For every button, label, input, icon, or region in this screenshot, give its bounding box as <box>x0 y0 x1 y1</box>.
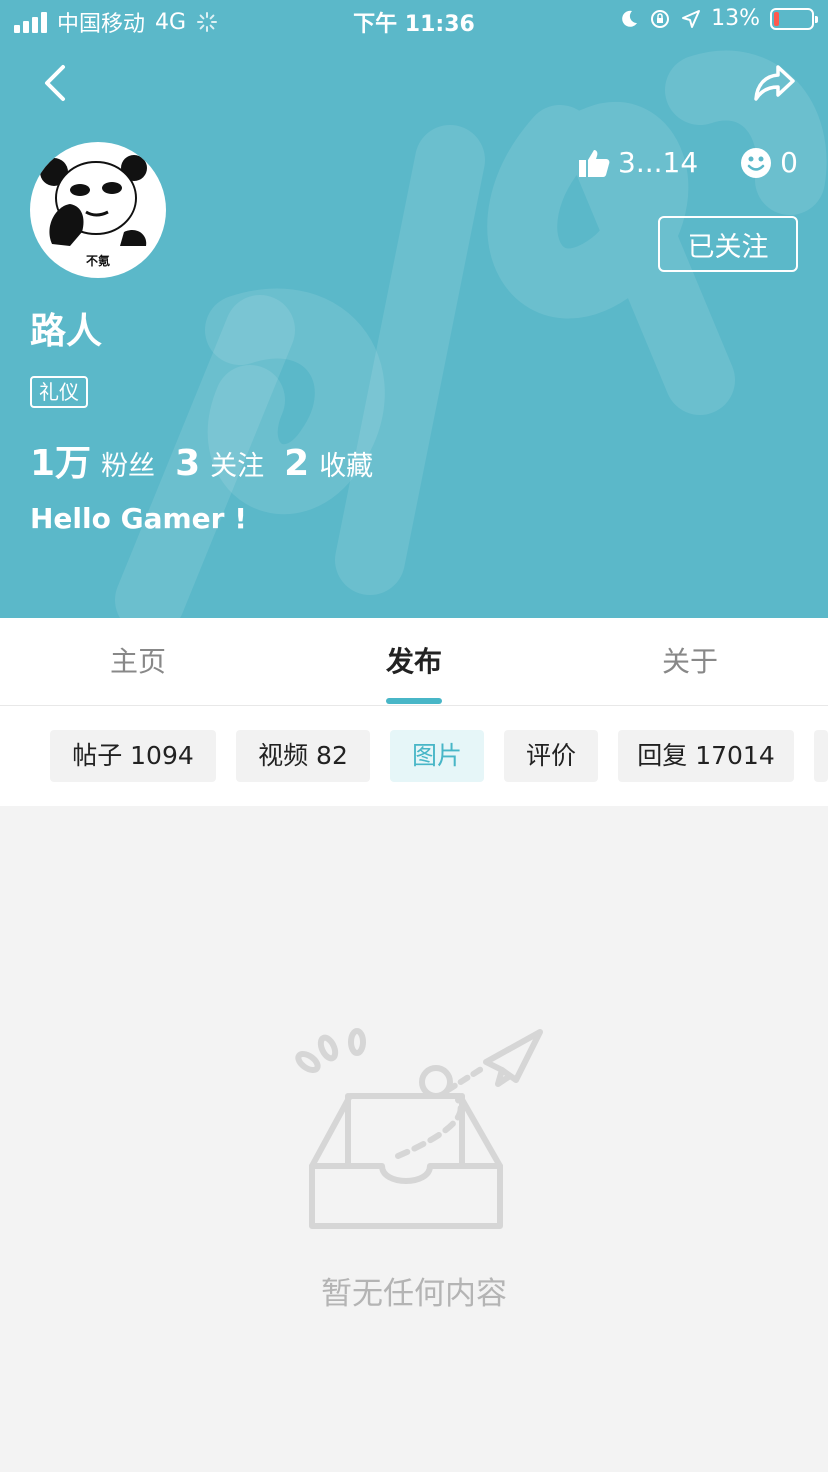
tab-posts[interactable]: 发布 <box>276 618 552 706</box>
moon-icon <box>622 10 638 27</box>
user-tag: 礼仪 <box>30 376 88 408</box>
content-filter-bar: 帖子 1094 视频 82 图片 评价 回复 17014 <box>0 706 828 806</box>
chip-replies[interactable]: 回复 17014 <box>618 730 794 782</box>
share-arrow-icon <box>754 65 795 101</box>
smiles-stat[interactable]: 0 <box>740 146 798 179</box>
avatar-caption: 不氪 <box>85 254 110 268</box>
chip-posts[interactable]: 帖子 1094 <box>50 730 216 782</box>
profile-header: 中国移动 4G 下午 11:36 13% 不氪 3...14 0 已关注 路人 … <box>0 0 828 618</box>
likes-count: 3...14 <box>618 146 699 179</box>
favorites-count: 2 <box>284 443 310 484</box>
profile-tabs: 主页 发布 关于 <box>0 618 828 706</box>
following-label: 关注 <box>210 451 265 482</box>
fans-label: 粉丝 <box>101 451 156 482</box>
user-bio: Hello Gamer ! <box>30 502 247 535</box>
chip-reviews[interactable]: 评价 <box>504 730 598 782</box>
chip-videos[interactable]: 视频 82 <box>236 730 370 782</box>
battery-icon <box>770 7 818 30</box>
empty-state-text: 暂无任何内容 <box>321 1276 507 1312</box>
tab-home[interactable]: 主页 <box>0 618 276 706</box>
favorites-stat[interactable]: 2 收藏 <box>284 443 373 484</box>
smiles-count: 0 <box>780 146 798 179</box>
username: 路人 <box>30 311 103 352</box>
fans-stat[interactable]: 1万 粉丝 <box>30 434 155 486</box>
empty-inbox-paper-plane-icon <box>295 1028 543 1229</box>
share-button[interactable] <box>746 58 802 108</box>
chevron-left-icon <box>45 65 65 101</box>
tab-indicator <box>386 698 442 704</box>
location-arrow-icon <box>682 9 701 28</box>
smiley-icon <box>741 147 772 178</box>
favorites-label: 收藏 <box>319 451 374 482</box>
empty-state: 暂无任何内容 <box>0 806 828 1472</box>
follow-button[interactable]: 已关注 <box>658 216 798 272</box>
tab-about[interactable]: 关于 <box>552 618 828 706</box>
chip-images[interactable]: 图片 <box>390 730 484 782</box>
rotation-lock-icon <box>651 9 670 28</box>
back-button[interactable] <box>30 58 80 108</box>
status-bar: 中国移动 4G 下午 11:36 13% <box>0 0 828 40</box>
avatar[interactable]: 不氪 <box>30 142 166 278</box>
following-count: 3 <box>175 443 201 484</box>
thumbs-up-icon <box>579 149 610 177</box>
battery-percent: 13% <box>711 6 760 31</box>
chip-more-partial[interactable] <box>814 730 828 782</box>
following-stat[interactable]: 3 关注 <box>175 443 264 484</box>
fans-count: 1万 <box>30 443 92 484</box>
likes-stat[interactable]: 3...14 <box>578 146 698 179</box>
